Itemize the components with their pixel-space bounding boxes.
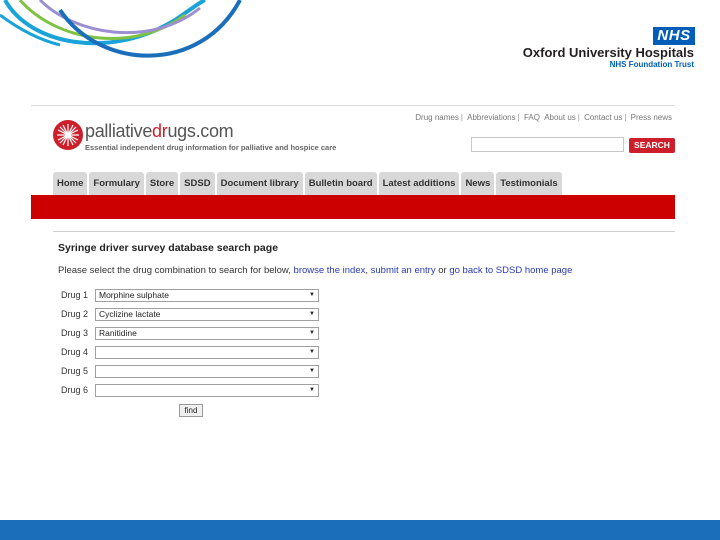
nav-news[interactable]: News <box>461 172 495 195</box>
site-search-input[interactable] <box>471 137 624 152</box>
dropdown-arrow-icon: ▼ <box>309 311 315 317</box>
sdsd-home-link[interactable]: go back to SDSD home page <box>449 265 572 276</box>
drug-2-select[interactable]: Cyclizine lactate ▼ <box>95 308 319 321</box>
dropdown-arrow-icon: ▼ <box>309 368 315 374</box>
nav-bulletin-board[interactable]: Bulletin board <box>304 172 377 195</box>
top-link-faq[interactable]: FAQ <box>523 113 541 122</box>
red-banner <box>31 195 675 219</box>
drug-label: Drug 4 <box>61 347 89 357</box>
top-links: Drug names | Abbreviations | FAQ About us |… <box>414 113 673 122</box>
drug-4-select[interactable]: ▼ <box>95 346 319 359</box>
top-link-about[interactable]: About us <box>543 113 577 122</box>
site-logo-text[interactable]: palliativedrugs.com <box>85 121 234 142</box>
top-link-contact[interactable]: Contact us <box>583 113 623 122</box>
nav-latest-additions[interactable]: Latest additions <box>378 172 460 195</box>
drug-6-select[interactable]: ▼ <box>95 384 319 397</box>
main-nav: Home Formulary Store SDSD Document libra… <box>53 172 562 195</box>
drug-5-select[interactable]: ▼ <box>95 365 319 378</box>
starburst-logo-icon <box>53 120 83 150</box>
nav-sdsd[interactable]: SDSD <box>180 172 215 195</box>
drug-3-select[interactable]: Ranitidine ▼ <box>95 327 319 340</box>
search-button[interactable]: SEARCH <box>629 138 675 153</box>
footer-bar <box>0 520 720 540</box>
decorative-swirl <box>0 0 242 58</box>
dropdown-arrow-icon: ▼ <box>309 330 315 336</box>
dropdown-arrow-icon: ▼ <box>309 387 315 393</box>
nav-testimonials[interactable]: Testimonials <box>496 172 562 195</box>
page-title: Syringe driver survey database search pa… <box>58 242 279 254</box>
top-link-drug-names[interactable]: Drug names <box>414 113 460 122</box>
drug-label: Drug 1 <box>61 290 89 300</box>
submit-entry-link[interactable]: submit an entry <box>371 265 436 276</box>
dropdown-arrow-icon: ▼ <box>309 292 315 298</box>
organisation-name: Oxford University Hospitals <box>522 45 694 60</box>
organisation-subtitle: NHS Foundation Trust <box>609 60 694 69</box>
drug-label: Drug 6 <box>61 385 89 395</box>
site-tagline: Essential independent drug information f… <box>85 143 337 152</box>
nhs-logo: NHS <box>653 27 695 45</box>
nav-document-library[interactable]: Document library <box>216 172 303 195</box>
drug-1-select[interactable]: Morphine sulphate ▼ <box>95 289 319 302</box>
drug-label: Drug 2 <box>61 309 89 319</box>
top-link-abbreviations[interactable]: Abbreviations <box>466 113 516 122</box>
dropdown-arrow-icon: ▼ <box>309 349 315 355</box>
nav-formulary[interactable]: Formulary <box>89 172 144 195</box>
website-screenshot: Drug names | Abbreviations | FAQ About us |… <box>31 105 675 486</box>
top-link-press[interactable]: Press news <box>630 113 673 122</box>
browse-index-link[interactable]: browse the index <box>294 265 366 276</box>
nav-store[interactable]: Store <box>145 172 179 195</box>
drug-label: Drug 3 <box>61 328 89 338</box>
instructions: Please select the drug combination to se… <box>58 265 573 276</box>
find-button[interactable]: find <box>179 404 203 417</box>
drug-label: Drug 5 <box>61 366 89 376</box>
nav-home[interactable]: Home <box>53 172 88 195</box>
